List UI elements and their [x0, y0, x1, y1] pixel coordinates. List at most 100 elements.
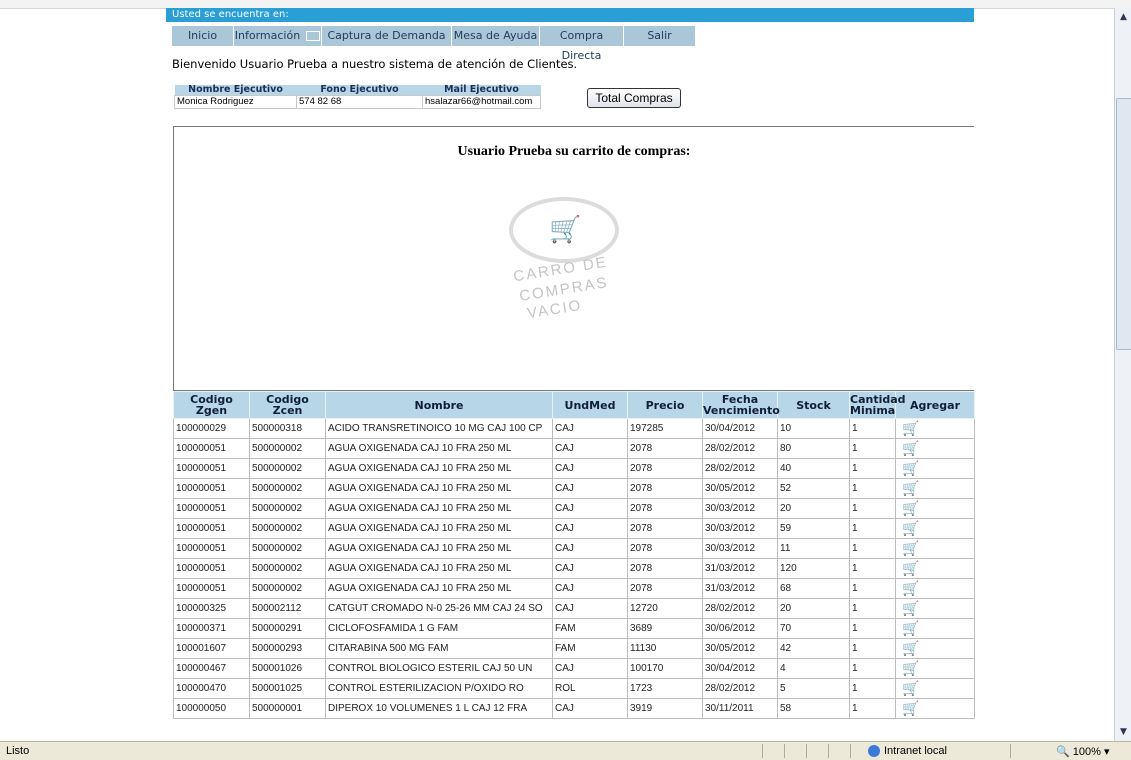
add-to-cart-icon[interactable]: 🛒 [902, 641, 919, 655]
add-to-cart-icon[interactable]: 🛒 [902, 521, 919, 535]
zoom-level: 100% [1072, 746, 1101, 758]
column-header: Fecha Vencimiento [702, 391, 780, 419]
cell-codigo-zgen: 100000470 [173, 678, 250, 699]
column-header: Precio [627, 391, 703, 419]
cell-und-med: CAJ [552, 658, 628, 679]
cell-codigo-zgen: 100000051 [173, 538, 250, 559]
cell-codigo-zgen: 100000467 [173, 658, 250, 679]
cell-nombre: AGUA OXIGENADA CAJ 10 FRA 250 ML [325, 458, 553, 479]
cell-cantidad-minima: 1 [849, 598, 896, 619]
cell-stock: 4 [777, 658, 850, 679]
cell-fecha-vencimiento: 28/02/2012 [702, 438, 778, 459]
cell-und-med: ROL [552, 678, 628, 699]
add-to-cart-icon[interactable]: 🛒 [902, 481, 919, 495]
security-zone[interactable]: Intranet local [868, 745, 947, 757]
cell-codigo-zcen: 500000002 [249, 558, 326, 579]
cell-stock: 52 [777, 478, 850, 499]
cell-agregar: 🛒 [895, 478, 975, 499]
cell-cantidad-minima: 1 [849, 578, 896, 599]
add-to-cart-icon[interactable]: 🛒 [902, 601, 919, 615]
cell-und-med: CAJ [552, 518, 628, 539]
cell-codigo-zcen: 500000002 [249, 498, 326, 519]
cell-precio: 3689 [627, 618, 703, 639]
add-to-cart-icon[interactable]: 🛒 [902, 561, 919, 575]
add-to-cart-icon[interactable]: 🛒 [902, 661, 919, 675]
cell-cantidad-minima: 1 [849, 618, 896, 639]
nav-item-salir[interactable]: Salir [624, 26, 696, 46]
total-compras-button[interactable]: Total Compras [587, 88, 681, 108]
status-divider [1010, 744, 1011, 758]
cell-agregar: 🛒 [895, 578, 975, 599]
cell-codigo-zcen: 500000002 [249, 578, 326, 599]
cell-agregar: 🛒 [895, 438, 975, 459]
cell-codigo-zgen: 100000051 [173, 578, 250, 599]
cell-nombre: CONTROL BIOLOGICO ESTERIL CAJ 50 UN [325, 658, 553, 679]
table-row: 100000051 500000002 AGUA OXIGENADA CAJ 10 … [173, 558, 975, 579]
cell-cantidad-minima: 1 [849, 698, 896, 719]
cell-codigo-zcen: 500000293 [249, 638, 326, 659]
add-to-cart-icon[interactable]: 🛒 [902, 461, 919, 475]
cell-und-med: CAJ [552, 438, 628, 459]
cell-precio: 11130 [627, 638, 703, 659]
header-fono-ejecutivo: Fono Ejecutivo [296, 85, 423, 96]
cell-nombre: AGUA OXIGENADA CAJ 10 FRA 250 ML [325, 478, 553, 499]
cell-stock: 11 [777, 538, 850, 559]
vertical-scrollbar[interactable]: ▲ ▼ [1114, 8, 1131, 741]
nav-item-captura-demanda[interactable]: Captura de Demanda [322, 26, 452, 61]
cell-precio: 2078 [627, 518, 703, 539]
add-to-cart-icon[interactable]: 🛒 [902, 441, 919, 455]
scroll-up-arrow-icon[interactable]: ▲ [1117, 10, 1130, 24]
zoom-control[interactable]: 🔍 100% ▾ [1056, 745, 1110, 758]
cell-cantidad-minima: 1 [849, 558, 896, 579]
table-row: 100000371 500000291 CICLOFOSFAMIDA 1 G FAM… [173, 618, 975, 639]
cell-cantidad-minima: 1 [849, 478, 896, 499]
nav-item-compra-directa[interactable]: Compra Directa [540, 26, 624, 62]
cell-codigo-zcen: 500001026 [249, 658, 326, 679]
table-body: 100000029 500000318 ACIDO TRANSRETINOICO 1… [173, 418, 975, 719]
table-row: 100000051 500000002 AGUA OXIGENADA CAJ 10 … [173, 498, 975, 519]
add-to-cart-icon[interactable]: 🛒 [902, 541, 919, 555]
nav-item-label: Salir [647, 29, 672, 42]
page-container: Usted se encuentra en: Inicio Informació… [166, 8, 975, 741]
status-divider [784, 744, 785, 758]
nav-item-mesa-ayuda[interactable]: Mesa de Ayuda [452, 26, 540, 46]
cell-fecha-vencimiento: 30/04/2012 [702, 658, 778, 679]
cell-nombre: AGUA OXIGENADA CAJ 10 FRA 250 ML [325, 438, 553, 459]
cell-fecha-vencimiento: 31/03/2012 [702, 578, 778, 599]
cell-precio: 3919 [627, 698, 703, 719]
add-to-cart-icon[interactable]: 🛒 [902, 581, 919, 595]
cell-precio: 2078 [627, 478, 703, 499]
dropdown-arrow-icon [306, 31, 321, 41]
cell-nombre: AGUA OXIGENADA CAJ 10 FRA 250 ML [325, 578, 553, 599]
chevron-down-icon: ▾ [1103, 746, 1110, 758]
cell-cantidad-minima: 1 [849, 458, 896, 479]
header-nombre-ejecutivo: Nombre Ejecutivo [174, 85, 297, 96]
nav-item-label: Mesa de Ayuda [453, 29, 538, 42]
add-to-cart-icon[interactable]: 🛒 [902, 701, 919, 715]
scrollbar-thumb[interactable] [1116, 98, 1131, 350]
cell-codigo-zcen: 500000318 [249, 418, 326, 439]
cell-codigo-zcen: 500000002 [249, 458, 326, 479]
cell-agregar: 🛒 [895, 618, 975, 639]
cell-agregar: 🛒 [895, 638, 975, 659]
cell-stock: 58 [777, 698, 850, 719]
main-nav: Inicio Información Captura de Demanda Me… [166, 22, 974, 62]
add-to-cart-icon[interactable]: 🛒 [902, 621, 919, 635]
table-row: 100000051 500000002 AGUA OXIGENADA CAJ 10 … [173, 538, 975, 559]
cell-cantidad-minima: 1 [849, 438, 896, 459]
cell-precio: 2078 [627, 458, 703, 479]
table-row: 100000050 500000001 DIPEROX 10 VOLUMENES 1… [173, 698, 975, 719]
cell-und-med: CAJ [552, 478, 628, 499]
cell-precio: 2078 [627, 438, 703, 459]
column-header: Codigo Zgen [173, 391, 250, 419]
add-to-cart-icon[interactable]: 🛒 [902, 421, 919, 435]
nav-item-label: Captura de Demanda [327, 29, 446, 42]
nav-item-inicio[interactable]: Inicio [172, 26, 234, 46]
cell-fecha-vencimiento: 30/03/2012 [702, 498, 778, 519]
table-row: 100000051 500000002 AGUA OXIGENADA CAJ 10 … [173, 518, 975, 539]
scroll-down-arrow-icon[interactable]: ▼ [1117, 725, 1130, 739]
nav-item-informacion[interactable]: Información [234, 26, 322, 46]
add-to-cart-icon[interactable]: 🛒 [902, 501, 919, 515]
add-to-cart-icon[interactable]: 🛒 [902, 681, 919, 695]
cell-stock: 80 [777, 438, 850, 459]
